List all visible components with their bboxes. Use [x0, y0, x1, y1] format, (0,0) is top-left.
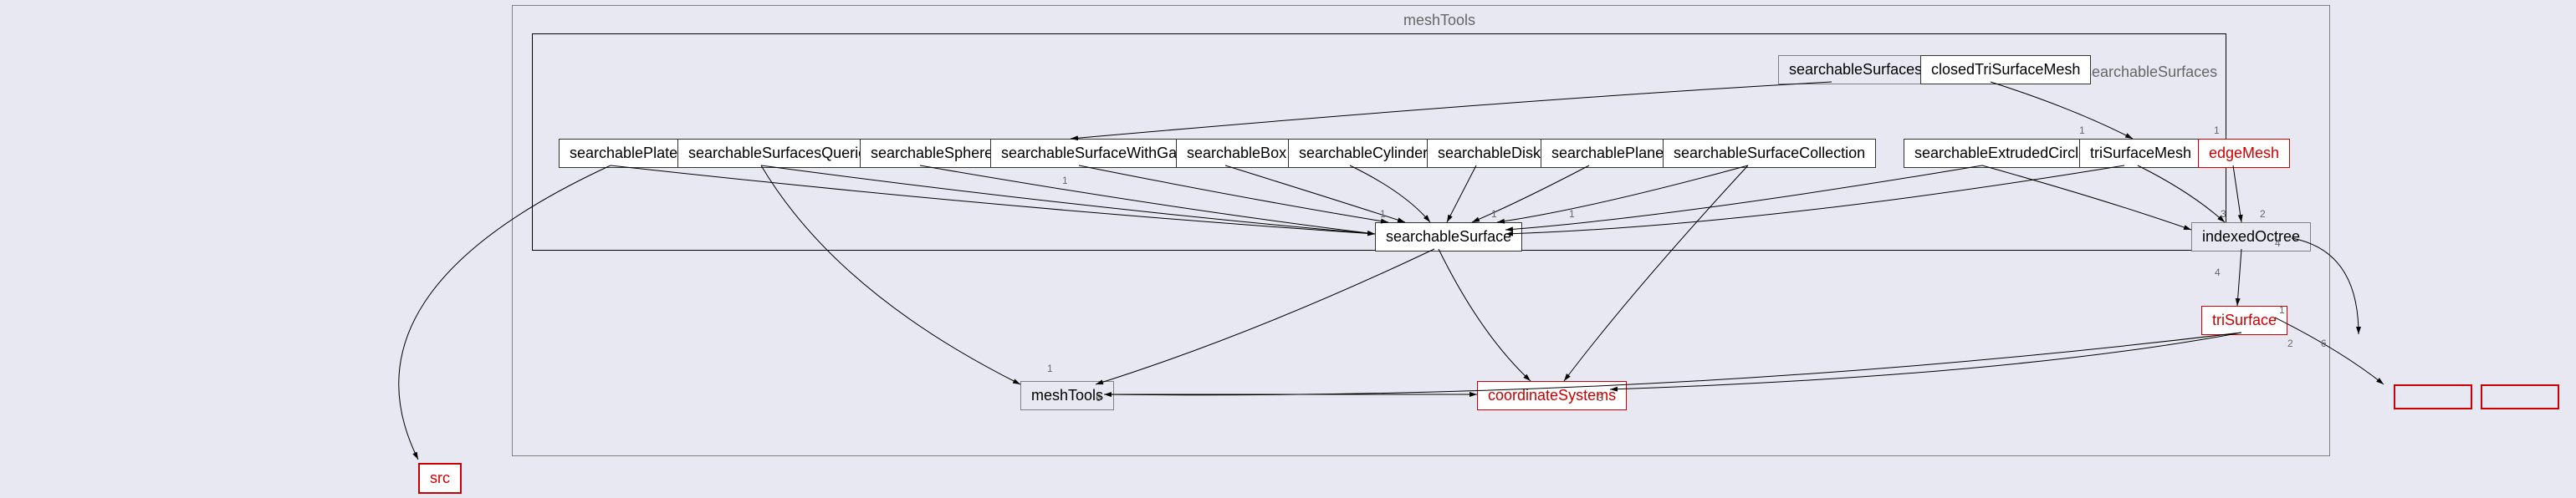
node-meshtools[interactable]: meshTools — [1020, 381, 1114, 410]
node-edgemesh[interactable]: edgeMesh — [2198, 139, 2290, 168]
legend-box-2 — [2481, 384, 2559, 409]
node-src[interactable]: src — [418, 463, 462, 494]
node-searchablesurface[interactable]: searchableSurface — [1375, 222, 1522, 252]
node-coordinatesystems[interactable]: coordinateSystems — [1477, 381, 1627, 410]
node-trisurface[interactable]: triSurface — [2201, 306, 2287, 335]
node-searchabledisk[interactable]: searchableDisk — [1427, 139, 1551, 168]
searchablesurfaces-title: searchableSurfaces — [2084, 64, 2217, 81]
legend-box-1 — [2394, 384, 2472, 409]
node-trisurfacemesh[interactable]: triSurfaceMesh — [2079, 139, 2202, 168]
node-closedtrisurfacemesh[interactable]: closedTriSurfaceMesh — [1920, 55, 2091, 84]
node-searchablesurfacesqueries[interactable]: searchableSurfacesQueries — [677, 139, 885, 168]
node-searchableextrudedcircle[interactable]: searchableExtrudedCircle — [1904, 139, 2098, 168]
node-searchablecylinder[interactable]: searchableCylinder — [1288, 139, 1439, 168]
node-searchablebox[interactable]: searchableBox — [1176, 139, 1297, 168]
node-indexedoctree[interactable]: indexedOctree — [2191, 222, 2311, 252]
node-searchableplane[interactable]: searchablePlane — [1541, 139, 1674, 168]
node-searchablesurfacewithgaps[interactable]: searchableSurfaceWithGaps — [990, 139, 1204, 168]
node-searchablesurfacecollection[interactable]: searchableSurfaceCollection — [1663, 139, 1876, 168]
node-searchablesphere[interactable]: searchableSphere — [860, 139, 1004, 168]
node-searchablesurfaces-box[interactable]: searchableSurfaces — [1778, 55, 1933, 84]
node-searchableplate[interactable]: searchablePlate — [559, 139, 688, 168]
meshtools-title: meshTools — [1403, 12, 1475, 29]
